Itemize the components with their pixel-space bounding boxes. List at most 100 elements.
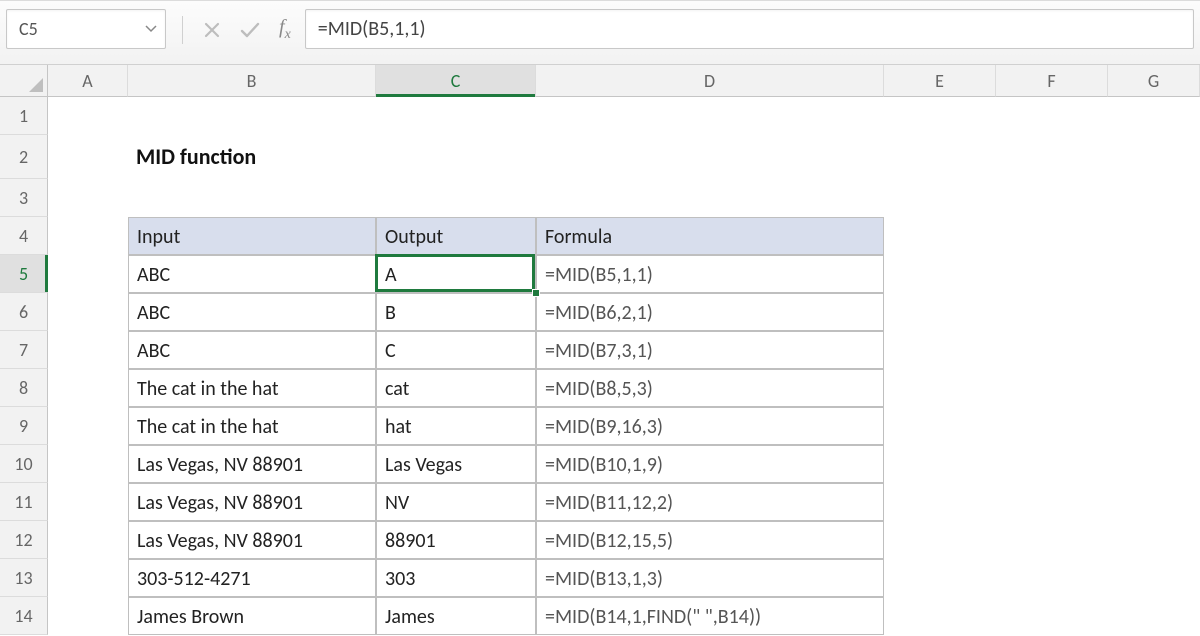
cell-E14[interactable] [884, 597, 996, 635]
row-head-5[interactable]: 5 [0, 255, 48, 293]
cell-C8[interactable]: cat [376, 369, 536, 407]
cell-C2[interactable] [376, 135, 536, 179]
cell-F6[interactable] [996, 293, 1108, 331]
cell-B12[interactable]: Las Vegas, NV 88901 [128, 521, 376, 559]
cell-C14[interactable]: James [376, 597, 536, 635]
col-head-E[interactable]: E [884, 65, 996, 97]
cell-E7[interactable] [884, 331, 996, 369]
cell-D7[interactable]: =MID(B7,3,1) [536, 331, 884, 369]
cell-C10[interactable]: Las Vegas [376, 445, 536, 483]
cell-C4[interactable]: Output [376, 217, 536, 255]
cell-C6[interactable]: B [376, 293, 536, 331]
col-head-G[interactable]: G [1108, 65, 1200, 97]
cell-G12[interactable] [1108, 521, 1200, 559]
cell-E6[interactable] [884, 293, 996, 331]
cell-B14[interactable]: James Brown [128, 597, 376, 635]
cell-D1[interactable] [536, 97, 884, 135]
row-head-14[interactable]: 14 [0, 597, 48, 635]
cell-F13[interactable] [996, 559, 1108, 597]
cell-C13[interactable]: 303 [376, 559, 536, 597]
cell-A4[interactable] [48, 217, 128, 255]
formula-input[interactable]: =MID(B5,1,1) [305, 9, 1194, 49]
cell-C9[interactable]: hat [376, 407, 536, 445]
cell-F7[interactable] [996, 331, 1108, 369]
cell-F11[interactable] [996, 483, 1108, 521]
cell-B7[interactable]: ABC [128, 331, 376, 369]
cell-E4[interactable] [884, 217, 996, 255]
cell-G14[interactable] [1108, 597, 1200, 635]
cell-G1[interactable] [1108, 97, 1200, 135]
row-head-10[interactable]: 10 [0, 445, 48, 483]
cell-G9[interactable] [1108, 407, 1200, 445]
cell-B3[interactable] [128, 179, 376, 217]
cell-D2[interactable] [536, 135, 884, 179]
cell-A9[interactable] [48, 407, 128, 445]
cell-E13[interactable] [884, 559, 996, 597]
cell-A3[interactable] [48, 179, 128, 217]
cell-F3[interactable] [996, 179, 1108, 217]
name-box[interactable]: C5 [6, 9, 166, 49]
cell-A8[interactable] [48, 369, 128, 407]
cell-G10[interactable] [1108, 445, 1200, 483]
cell-E1[interactable] [884, 97, 996, 135]
cell-C7[interactable]: C [376, 331, 536, 369]
cell-D8[interactable]: =MID(B8,5,3) [536, 369, 884, 407]
row-head-6[interactable]: 6 [0, 293, 48, 331]
cell-E9[interactable] [884, 407, 996, 445]
cell-B10[interactable]: Las Vegas, NV 88901 [128, 445, 376, 483]
cell-B1[interactable] [128, 97, 376, 135]
cell-C1[interactable] [376, 97, 536, 135]
cell-G11[interactable] [1108, 483, 1200, 521]
cell-E3[interactable] [884, 179, 996, 217]
cell-E11[interactable] [884, 483, 996, 521]
cell-D11[interactable]: =MID(B11,12,2) [536, 483, 884, 521]
row-head-4[interactable]: 4 [0, 217, 48, 255]
col-head-B[interactable]: B [128, 65, 376, 97]
cell-G2[interactable] [1108, 135, 1200, 179]
col-head-A[interactable]: A [48, 65, 128, 97]
select-all-corner[interactable] [0, 65, 48, 97]
col-head-F[interactable]: F [996, 65, 1108, 97]
cell-F1[interactable] [996, 97, 1108, 135]
cell-F8[interactable] [996, 369, 1108, 407]
cell-F10[interactable] [996, 445, 1108, 483]
cell-A2[interactable] [48, 135, 128, 179]
cell-G8[interactable] [1108, 369, 1200, 407]
cell-G4[interactable] [1108, 217, 1200, 255]
cell-E10[interactable] [884, 445, 996, 483]
row-head-12[interactable]: 12 [0, 521, 48, 559]
cell-D3[interactable] [536, 179, 884, 217]
cell-F2[interactable] [996, 135, 1108, 179]
cell-A10[interactable] [48, 445, 128, 483]
cell-A11[interactable] [48, 483, 128, 521]
row-head-8[interactable]: 8 [0, 369, 48, 407]
cell-C3[interactable] [376, 179, 536, 217]
cell-F4[interactable] [996, 217, 1108, 255]
col-head-D[interactable]: D [536, 65, 884, 97]
cell-B5[interactable]: ABC [128, 255, 376, 293]
row-head-3[interactable]: 3 [0, 179, 48, 217]
cell-B4[interactable]: Input [128, 217, 376, 255]
cell-A7[interactable] [48, 331, 128, 369]
cell-F9[interactable] [996, 407, 1108, 445]
row-head-13[interactable]: 13 [0, 559, 48, 597]
cell-G6[interactable] [1108, 293, 1200, 331]
cell-A12[interactable] [48, 521, 128, 559]
col-head-C[interactable]: C [376, 65, 536, 97]
cell-A5[interactable] [48, 255, 128, 293]
cell-B2[interactable]: MID function [128, 135, 376, 179]
cell-F14[interactable] [996, 597, 1108, 635]
cell-E12[interactable] [884, 521, 996, 559]
cell-C11[interactable]: NV [376, 483, 536, 521]
cell-B9[interactable]: The cat in the hat [128, 407, 376, 445]
cell-D10[interactable]: =MID(B10,1,9) [536, 445, 884, 483]
worksheet-grid[interactable]: A B C D E F G 1 2 MID function 3 4 Input… [0, 65, 1200, 635]
cell-B11[interactable]: Las Vegas, NV 88901 [128, 483, 376, 521]
cell-B13[interactable]: 303-512-4271 [128, 559, 376, 597]
cell-C12[interactable]: 88901 [376, 521, 536, 559]
cell-D6[interactable]: =MID(B6,2,1) [536, 293, 884, 331]
cancel-icon[interactable] [203, 21, 221, 39]
row-head-9[interactable]: 9 [0, 407, 48, 445]
cell-A6[interactable] [48, 293, 128, 331]
cell-G7[interactable] [1108, 331, 1200, 369]
